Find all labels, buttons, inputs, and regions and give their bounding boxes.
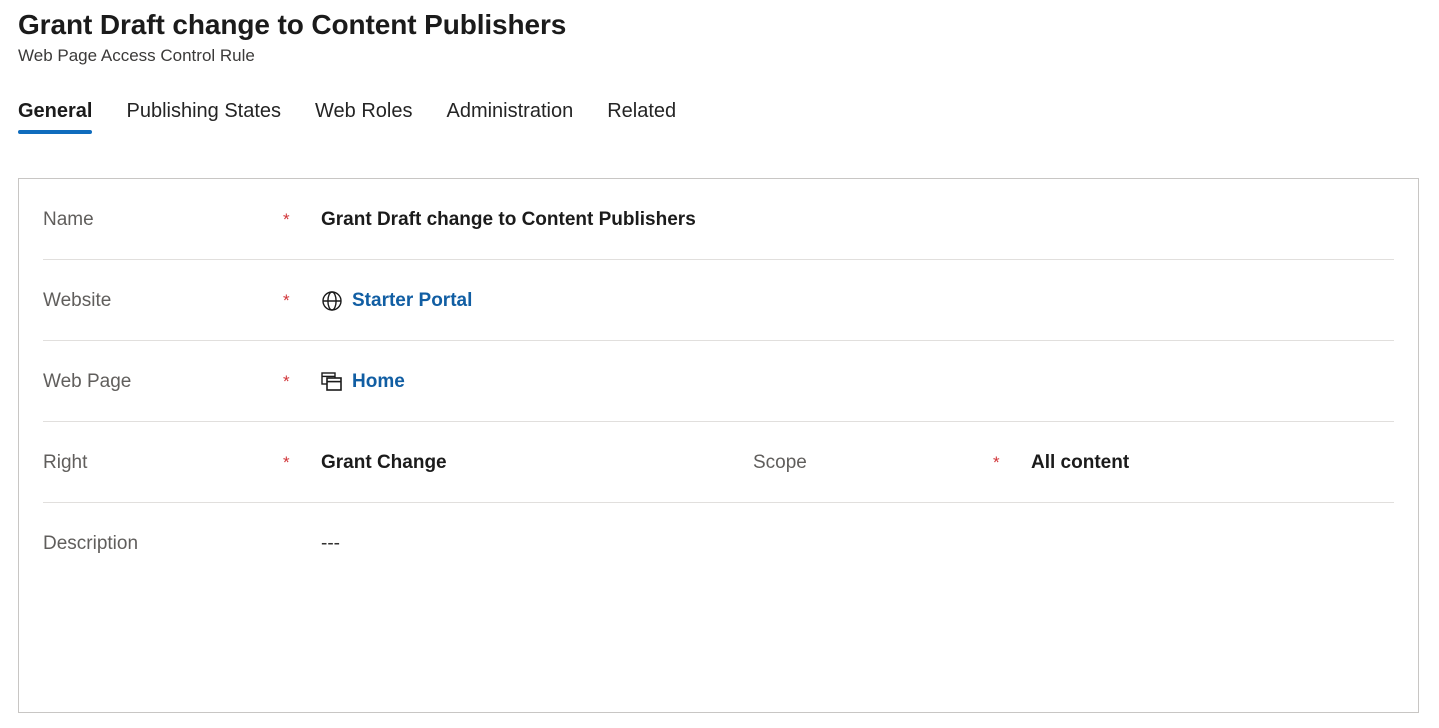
field-text-scope: All content [1031,452,1130,473]
required-indicator-website: * [283,291,290,310]
field-label-name: Name [43,209,94,230]
tab-related[interactable]: Related [607,98,692,134]
page-title: Grant Draft change to Content Publishers [18,9,567,40]
field-label-website: Website [43,290,112,311]
field-right: Right * Grant Change [43,422,753,475]
required-indicator-name: * [283,210,290,229]
tab-label: Web Roles [315,100,413,122]
tab-administration[interactable]: Administration [446,98,589,134]
field-name: Name * Grant Draft change to Content Pub… [43,179,753,232]
tab-general[interactable]: General [18,98,108,134]
required-indicator-scope: * [993,453,1000,472]
field-value-name[interactable]: Grant Draft change to Content Publishers [321,208,696,232]
field-text-web-page: Home [352,371,405,392]
web-page-icon [321,372,343,392]
field-text-right: Grant Change [321,452,447,473]
form-row-web-page: Web Page * Home [43,341,1394,422]
tab-web-roles[interactable]: Web Roles [315,98,428,134]
field-value-right[interactable]: Grant Change [321,451,447,475]
globe-icon [321,290,343,312]
field-text-name: Grant Draft change to Content Publishers [321,209,696,230]
general-form-panel: Name * Grant Draft change to Content Pub… [18,178,1419,713]
field-web-page: Web Page * Home [43,341,753,394]
field-value-website[interactable]: Starter Portal [321,289,472,313]
tabstrip: General Publishing States Web Roles Admi… [0,90,1439,134]
field-value-description[interactable]: --- [321,532,340,556]
tab-label: General [18,100,93,122]
field-label-web-page: Web Page [43,371,132,392]
field-label-description: Description [43,533,139,554]
form-row-name: Name * Grant Draft change to Content Pub… [43,179,1394,260]
field-value-scope[interactable]: All content [1031,451,1129,475]
form-row-website: Website * Starter Portal [43,260,1394,341]
required-indicator-web-page: * [283,372,290,391]
form-row-right-scope: Right * Grant Change Scope * All content [43,422,1394,503]
field-text-website: Starter Portal [352,290,473,311]
tab-label: Publishing States [126,100,282,122]
field-label-scope: Scope [753,452,807,473]
tab-label: Administration [446,100,574,122]
field-website: Website * Starter Portal [43,260,753,313]
field-description: Description --- [43,503,753,556]
field-text-description: --- [321,533,340,554]
required-indicator-right: * [283,453,290,472]
form-row-description: Description --- [43,503,1394,649]
field-label-right: Right [43,452,88,473]
tab-label: Related [607,100,677,122]
page-header: Grant Draft change to Content Publishers… [0,0,1439,68]
required-indicator-description [283,532,321,533]
page-subtitle: Web Page Access Control Rule [18,46,255,65]
field-scope: Scope * All content [753,422,1393,475]
tab-publishing-states[interactable]: Publishing States [126,98,297,134]
field-value-web-page[interactable]: Home [321,370,405,394]
